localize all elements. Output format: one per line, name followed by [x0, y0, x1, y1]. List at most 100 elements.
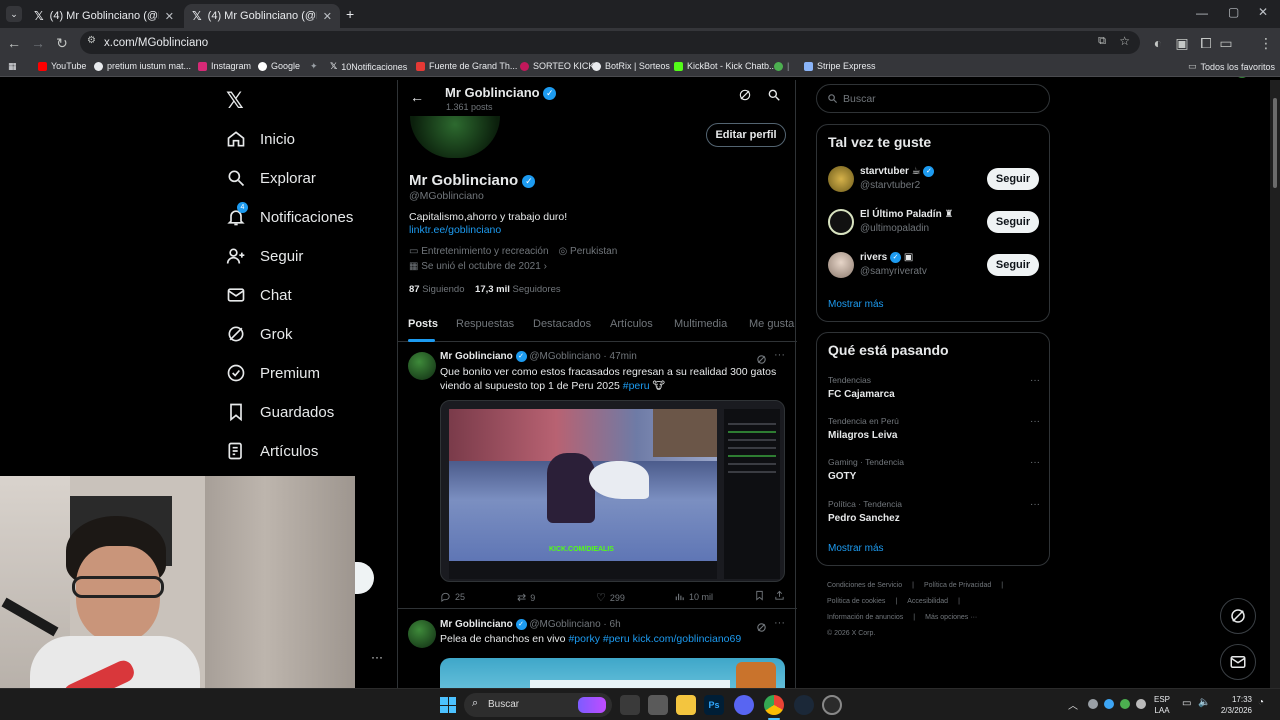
nav-premium[interactable]: Premium	[226, 363, 320, 383]
post-more-icon[interactable]: ···	[774, 349, 785, 361]
follow-button[interactable]: Seguir	[987, 168, 1039, 190]
window-close-icon[interactable]: ✕	[1258, 5, 1268, 19]
nav-chat[interactable]: Chat	[226, 285, 292, 305]
all-bookmarks[interactable]: ▭ Todos los favoritos	[1188, 61, 1275, 72]
grok-header-icon[interactable]	[738, 88, 752, 107]
photoshop-icon[interactable]: Ps	[704, 695, 724, 715]
footer-link[interactable]: Información de anuncios	[827, 614, 903, 621]
like-button[interactable]: ♡ 299	[596, 591, 625, 604]
follow-button[interactable]: Seguir	[987, 254, 1039, 276]
language-indicator[interactable]: ESP LAA	[1154, 694, 1170, 716]
tab-close-icon[interactable]: ✕	[323, 10, 332, 23]
show-more-link[interactable]: Mostrar más	[828, 299, 884, 310]
trend-item[interactable]: Tendencias FC Cajamarca ···	[828, 375, 1040, 400]
task-view-icon[interactable]	[620, 695, 640, 715]
page-scrollbar[interactable]	[1270, 80, 1280, 688]
tray-chevron-icon[interactable]: ︿	[1068, 697, 1078, 712]
maximize-icon[interactable]: ▢	[1228, 5, 1239, 19]
suggestion-item[interactable]: rivers ✓ ▣ @samyriveratv Seguir	[828, 250, 1040, 280]
bookmark-pin[interactable]: ✦	[310, 61, 318, 72]
bookmark-pretium[interactable]: pretium iustum mat...	[94, 61, 191, 71]
profile-joined[interactable]: ▦ Se unió el octubre de 2021 ›	[409, 261, 547, 272]
search-header-icon[interactable]	[767, 88, 781, 107]
grok-fab-button[interactable]	[1220, 598, 1256, 634]
trend-more-icon[interactable]: ···	[1030, 375, 1040, 386]
scrollbar-thumb[interactable]	[1273, 98, 1277, 188]
account-more-icon[interactable]: ···	[371, 650, 383, 664]
search-box[interactable]: Buscar	[816, 84, 1050, 113]
nav-notificaciones[interactable]: 4 Notificaciones	[226, 202, 353, 227]
minimize-icon[interactable]: —	[1196, 6, 1208, 20]
trend-more-icon[interactable]: ···	[1030, 416, 1040, 427]
bookmark-10notificaciones[interactable]: 𝕏 10Notificaciones	[330, 61, 407, 72]
bookmark-kickbot[interactable]: KickBot - Kick Chatb...	[674, 61, 777, 71]
post-media[interactable]: KICK.COM/DIEALIS	[440, 400, 785, 582]
browser-tab-1[interactable]: 𝕏 (4) Mr Goblinciano (@MGoblinc ✕	[26, 4, 182, 28]
tab-multimedia[interactable]: Multimedia	[674, 318, 727, 330]
extension-1-icon[interactable]: ◐	[1148, 33, 1168, 53]
post-media[interactable]	[440, 658, 785, 688]
bookmark-ten[interactable]: |	[774, 61, 789, 71]
tray-icons[interactable]	[1088, 699, 1146, 709]
post-item[interactable]: Mr Goblinciano ✓ @MGoblinciano · 47min ·…	[398, 342, 797, 609]
footer-link[interactable]: Condiciones de Servicio	[827, 582, 902, 589]
share-button[interactable]	[774, 590, 785, 601]
followers-link[interactable]: 17,3 mil Seguidores	[475, 284, 561, 295]
post-author[interactable]: Mr Goblinciano	[440, 351, 513, 362]
footer-link[interactable]: Más opciones ···	[925, 614, 977, 621]
following-link[interactable]: 87 Siguiendo	[409, 284, 464, 295]
extensions-puzzle-icon[interactable]: ⧠	[1196, 33, 1216, 53]
post-hashtag[interactable]: #peru	[623, 380, 650, 392]
network-icon[interactable]: ▭	[1182, 698, 1191, 709]
post-time[interactable]: · 6h	[603, 619, 620, 630]
post-author[interactable]: Mr Goblinciano	[440, 619, 513, 630]
profile-link[interactable]: linktr.ee/goblinciano	[409, 224, 501, 236]
reply-button[interactable]: 25	[440, 591, 465, 602]
x-logo-icon[interactable]: 𝕏	[226, 88, 244, 114]
back-icon[interactable]: ←	[4, 33, 24, 53]
tab-search-icon[interactable]: ⌄	[6, 6, 22, 22]
suggestion-item[interactable]: starvtuber ☕ ✓ @starvtuber2 Seguir	[828, 164, 1040, 194]
nav-inicio[interactable]: Inicio	[226, 129, 295, 149]
bookmark-stripe[interactable]: Stripe Express	[804, 61, 876, 71]
app-icon-grey[interactable]	[648, 695, 668, 715]
post-button-partial[interactable]	[354, 562, 374, 594]
suggestion-item[interactable]: El Último Paladín ♜ @ultimopaladin Segui…	[828, 207, 1040, 237]
forward-icon[interactable]: →	[28, 33, 48, 53]
notification-center-icon[interactable]: ◔	[1258, 697, 1264, 708]
discord-icon[interactable]	[734, 695, 754, 715]
address-bar[interactable]: ⚙ x.com/MGoblinciano ⧉ ☆	[80, 31, 1140, 54]
bookmark-fuente[interactable]: Fuente de Grand Th...	[416, 61, 517, 71]
post-item[interactable]: Mr Goblinciano ✓ @MGoblinciano · 6h ··· …	[398, 610, 797, 688]
chat-fab-button[interactable]	[1220, 644, 1256, 680]
trend-more-icon[interactable]: ···	[1030, 457, 1040, 468]
nav-grok[interactable]: Grok	[226, 324, 293, 344]
trend-item[interactable]: Política · Tendencia Pedro Sanchez ···	[828, 499, 1040, 524]
bookmark-google[interactable]: Google	[258, 61, 300, 71]
trend-more-icon[interactable]: ···	[1030, 499, 1040, 510]
post-links[interactable]: #porky #peru kick.com/goblinciano69	[568, 633, 741, 645]
tab-me-gusta[interactable]: Me gusta	[749, 318, 794, 330]
bookmark-botrix[interactable]: BotRix | Sorteos	[592, 61, 670, 71]
new-tab-icon[interactable]: +	[346, 6, 354, 22]
post-more-icon[interactable]: ···	[774, 617, 785, 629]
footer-link[interactable]: Política de Privacidad	[924, 582, 991, 589]
trend-item[interactable]: Gaming · Tendencia GOTY ···	[828, 457, 1040, 482]
file-explorer-icon[interactable]	[676, 695, 696, 715]
tab-destacados[interactable]: Destacados	[533, 318, 591, 330]
footer-link[interactable]: Accesibilidad	[907, 598, 948, 605]
site-info-icon[interactable]: ⚙	[87, 35, 96, 46]
bookmark-youtube[interactable]: YouTube	[38, 61, 86, 71]
bookmark-button[interactable]	[754, 590, 765, 601]
clock[interactable]: 17:33 2/3/2026	[1214, 694, 1252, 716]
extension-2-icon[interactable]: ▣	[1172, 33, 1192, 53]
profile-avatar[interactable]	[410, 116, 500, 158]
bookmark-sorteo-kick[interactable]: SORTEO KICK	[520, 61, 594, 71]
browser-menu-icon[interactable]: ⋮	[1256, 33, 1276, 53]
post-avatar[interactable]	[408, 620, 436, 648]
back-arrow-icon[interactable]: ←	[410, 89, 424, 105]
tab-posts[interactable]: Posts	[408, 318, 438, 330]
post-avatar[interactable]	[408, 352, 436, 380]
windows-start-icon[interactable]	[440, 697, 456, 713]
tab-articulos[interactable]: Artículos	[610, 318, 653, 330]
